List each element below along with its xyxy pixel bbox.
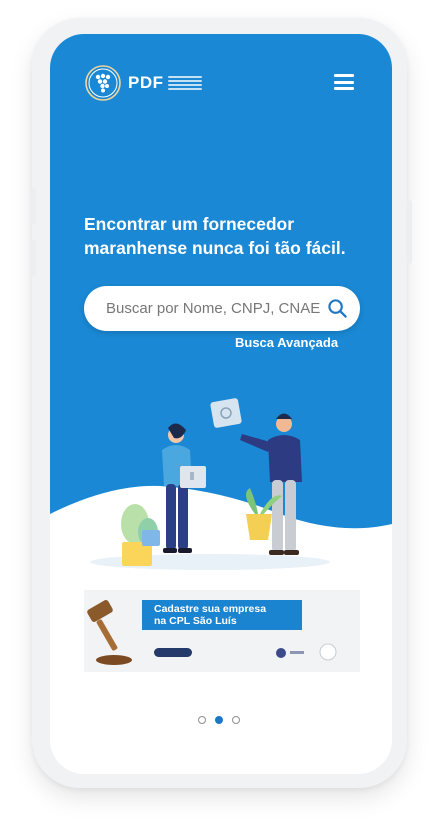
hero-headline: Encontrar um fornecedor maranhense nunca… [84,212,374,260]
banner-title-line-2: na CPL São Luís [154,615,237,627]
hero-section: PDF Encontrar um fornecedor maranhense n… [50,34,392,594]
carousel-dot-active[interactable] [215,716,223,724]
brand-name: PDF [128,73,164,92]
hamburger-menu-icon[interactable] [334,74,354,90]
search-bar [84,286,360,331]
headline-line-2: maranhense nunca foi tão fácil. [84,238,346,258]
advanced-search-link[interactable]: Busca Avançada [235,335,338,350]
banner-title: Cadastre sua empresa na CPL São Luís [154,603,266,627]
phone-screen: PDF Encontrar um fornecedor maranhense n… [50,34,392,774]
carousel-indicators [198,716,240,724]
search-input[interactable] [106,286,320,331]
banner-cta-button[interactable] [154,648,192,657]
carousel-dot[interactable] [232,716,240,724]
brand-tagline-lines [167,74,202,92]
banner-title-line-1: Cadastre sua empresa [154,603,267,615]
grape-cluster-logo-icon [85,65,121,101]
brand-logo[interactable]: PDF [84,64,202,102]
promo-banner[interactable]: Cadastre sua empresa na CPL São Luís [84,590,360,672]
search-icon[interactable] [327,298,348,319]
phone-side-button [406,200,412,264]
hero-illustration [50,398,392,594]
carousel-dot[interactable] [198,716,206,724]
phone-side-button [30,188,36,224]
phone-side-button [30,240,36,276]
headline-line-1: Encontrar um fornecedor [84,214,295,234]
